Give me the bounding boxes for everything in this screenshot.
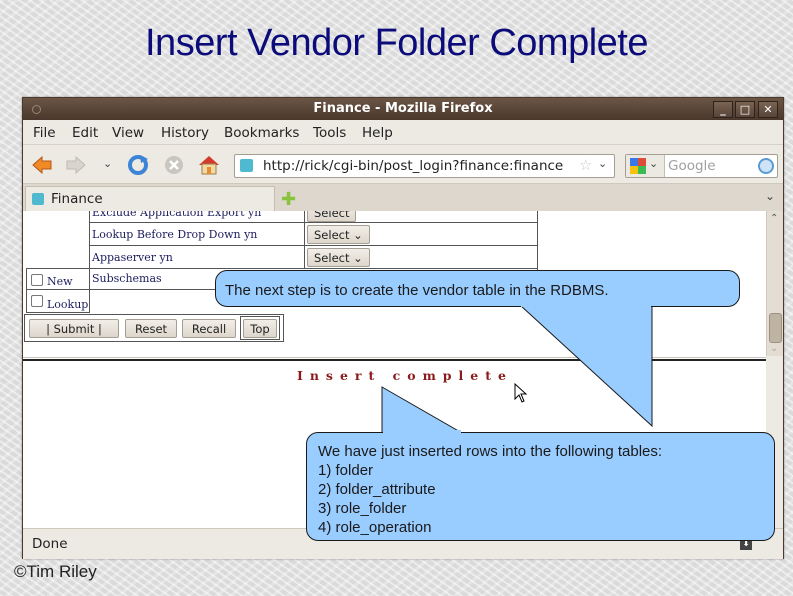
callout-tail-covers: [383, 303, 651, 434]
copyright-text: ©Tim Riley: [14, 562, 97, 581]
mouse-cursor-icon: [514, 383, 528, 403]
